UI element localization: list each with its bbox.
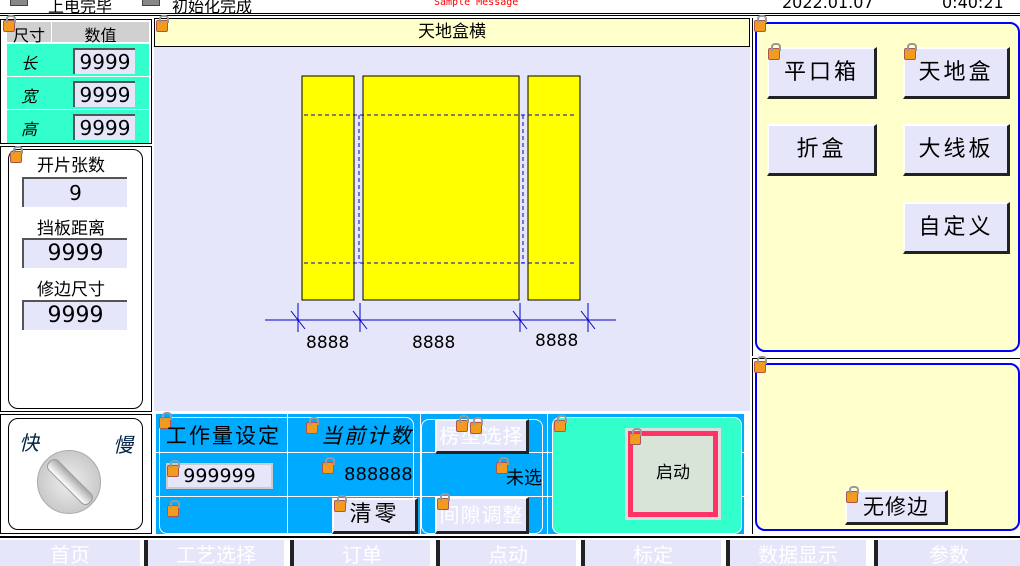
right-flap [527,75,581,301]
dim-right: 8888 [535,331,579,351]
lock-icon [334,495,347,512]
params-panel: 开片张数 9 挡板距离 9999 修边尺寸 9999 [0,146,152,412]
work-panel: 工作量设定 当前计数 999999 888888 清零 楞型选择 未选 间隙调整… [155,412,746,536]
lock-icon [156,15,169,32]
lock-icon [306,417,319,434]
dim-label: 长 [21,54,38,73]
status-bar: 上电完毕 初始化完成 Sample Message 2022.01.07 0:4… [0,0,1020,16]
dim-label: 高 [21,120,38,139]
lock-icon [167,500,180,517]
lock-icon [10,146,23,163]
no-trim-button[interactable]: 无修边 [845,490,948,525]
dim-row-width: 宽 9999 [7,77,149,110]
box-type-custom[interactable]: 自定义 [903,202,1010,254]
dim-label: 宽 [21,87,38,106]
power-indicator [10,0,28,6]
box-type-flat[interactable]: 平口箱 [767,47,877,99]
nav-jog[interactable]: 点动 [436,540,576,566]
trim-input[interactable]: 9999 [22,300,127,330]
speed-knob[interactable] [37,450,101,514]
trim-panel: 无修边 [752,356,1020,534]
box-type-board[interactable]: 大线板 [903,124,1010,176]
height-input[interactable]: 9999 [73,114,135,140]
baffle-input[interactable]: 9999 [22,238,127,268]
init-indicator [142,0,160,6]
box-type-panel: 平口箱 天地盒 折盒 大线板 自定义 [752,15,1020,356]
init-status: 初始化完成 [172,0,253,16]
lock-icon [629,428,642,445]
slow-label: 慢 [113,433,133,457]
time: 0:40:21 [942,0,1004,12]
center-panel [362,75,520,301]
drawing-area: 8888 8888 8888 [154,47,750,411]
lock-icon [554,415,567,432]
lock-icon [322,457,335,474]
speed-panel: 快 慢 [0,414,152,534]
lock-icon [904,43,917,60]
lock-icon [437,493,450,510]
current-count-label: 当前计数 [321,424,413,448]
flute-type-value: 未选 [506,468,542,489]
dim-row-height: 高 9999 [7,110,149,143]
nav-calibrate[interactable]: 标定 [581,540,721,566]
dims-panel: 尺寸 数值 长 9999 宽 9999 高 9999 [0,15,152,144]
nav-data-display[interactable]: 数据显示 [726,540,866,566]
header-value: 数值 [84,26,117,45]
fast-label: 快 [19,431,39,455]
sheets-input[interactable]: 9 [22,177,127,207]
dim-left: 8888 [306,333,350,353]
lock-icon [754,15,767,32]
box-type-fold[interactable]: 折盒 [767,124,877,176]
width-input[interactable]: 9999 [73,81,135,107]
power-status: 上电完毕 [48,0,113,16]
drawing-title: 天地盒横 [418,22,486,42]
gap-adjust-button[interactable]: 间隙调整 [435,497,529,534]
lock-icon [3,15,16,32]
baffle-label: 挡板距离 [37,219,105,239]
date: 2022.01.07 [782,0,874,12]
drawing-title-bar: 天地盒横 [154,18,750,47]
trim-label: 修边尺寸 [37,280,105,300]
work-set-label: 工作量设定 [166,424,281,448]
lock-icon [754,356,767,373]
work-set-input[interactable]: 999999 [166,463,273,489]
box-diagram [265,75,616,332]
left-flap [301,75,355,301]
dim-row-length: 长 9999 [7,44,149,77]
lock-icon [768,43,781,60]
start-button[interactable]: 启动 [625,428,721,520]
sample-message: Sample Message [434,0,519,8]
dim-center: 8888 [412,333,456,353]
nav-params[interactable]: 参数 [874,540,1020,566]
lock-icon [846,486,859,503]
start-label: 启动 [656,463,690,483]
box-type-lid[interactable]: 天地盒 [903,47,1010,99]
nav-order[interactable]: 订单 [290,540,430,566]
lock-icon [470,417,483,434]
sheets-label: 开片张数 [37,156,105,176]
nav-process[interactable]: 工艺选择 [144,540,284,566]
current-count-value: 888888 [344,464,413,485]
lock-icon [167,460,180,477]
nav-home[interactable]: 首页 [0,540,140,566]
lock-icon [456,415,469,432]
length-input[interactable]: 9999 [73,48,135,74]
